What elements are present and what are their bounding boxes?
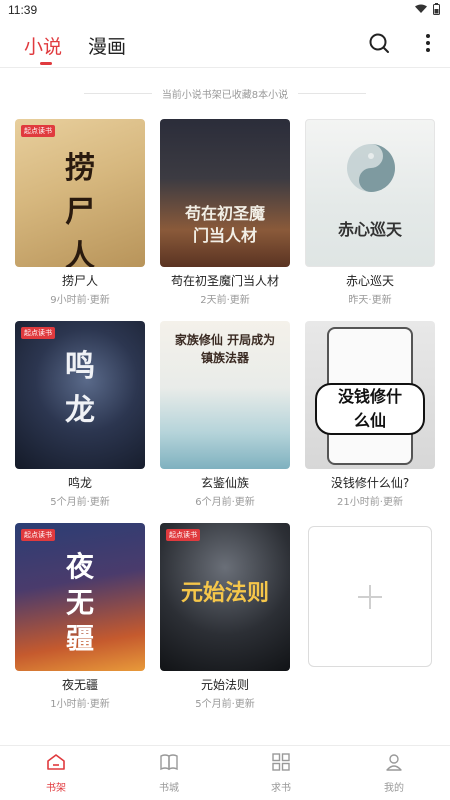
book-cover[interactable]: 起点读书 元始法则 bbox=[160, 523, 290, 671]
cover-title: 夜无疆 bbox=[65, 550, 94, 655]
cover-badge: 起点读书 bbox=[21, 529, 55, 541]
book-update-time: 5个月前·更新 bbox=[195, 699, 255, 710]
book-cover[interactable]: 赤心巡天 bbox=[305, 119, 435, 267]
active-tab-indicator bbox=[40, 62, 52, 65]
bookshelf-icon bbox=[47, 754, 65, 770]
book-title: 赤心巡天 bbox=[345, 274, 394, 288]
book-title: 没钱修什么仙? bbox=[330, 476, 410, 490]
search-icon[interactable] bbox=[368, 32, 390, 54]
bottom-nav: 书架 书城 求书 我的 bbox=[0, 745, 450, 800]
plus-icon bbox=[358, 585, 382, 609]
nav-label: 我的 bbox=[384, 783, 404, 794]
book-title: 捞尸人 bbox=[61, 274, 98, 288]
tab-novel[interactable]: 小说 bbox=[24, 32, 62, 59]
shelf-hint-text: 当前小说书架已收藏8本小说 bbox=[161, 90, 289, 101]
book-cover[interactable]: 苟在初圣魔门当人材 bbox=[160, 119, 290, 267]
nav-profile[interactable]: 我的 bbox=[364, 752, 424, 794]
hint-divider-left bbox=[83, 93, 152, 94]
nav-label: 书城 bbox=[159, 783, 179, 794]
book-title: 元始法则 bbox=[200, 678, 249, 692]
book-update-time: 9小时前·更新 bbox=[50, 295, 110, 306]
nav-book-city[interactable]: 书城 bbox=[139, 752, 199, 794]
nav-request-book[interactable]: 求书 bbox=[251, 752, 311, 794]
cover-title: 没钱修什么仙 bbox=[315, 383, 425, 435]
cover-title: 鸣龙 bbox=[65, 349, 95, 428]
book-cover[interactable]: 起点读书 鸣龙 bbox=[15, 321, 145, 469]
more-menu-icon[interactable] bbox=[424, 32, 432, 54]
book-update-time: 1小时前·更新 bbox=[50, 699, 110, 710]
book-title: 玄鉴仙族 bbox=[200, 476, 249, 490]
cover-badge: 起点读书 bbox=[21, 125, 55, 137]
cover-title: 赤心巡天 bbox=[337, 220, 402, 239]
profile-icon bbox=[386, 754, 402, 771]
cover-badge: 起点读书 bbox=[166, 529, 200, 541]
book-update-time: 昨天·更新 bbox=[348, 295, 392, 306]
hint-divider-right bbox=[298, 93, 367, 94]
status-bar: 11:39 bbox=[0, 0, 450, 22]
book-title: 苟在初圣魔门当人材 bbox=[170, 274, 279, 288]
book-cover[interactable]: 起点读书 夜无疆 bbox=[15, 523, 145, 671]
add-book-button[interactable] bbox=[308, 526, 432, 667]
book-update-time: 2天前·更新 bbox=[200, 295, 250, 306]
book-update-time: 21小时前·更新 bbox=[337, 497, 403, 508]
nav-label: 书架 bbox=[46, 783, 66, 794]
nav-bookshelf[interactable]: 书架 bbox=[26, 752, 86, 794]
book-title: 夜无疆 bbox=[61, 678, 98, 692]
book-title: 鸣龙 bbox=[67, 476, 92, 490]
cover-badge: 起点读书 bbox=[21, 327, 55, 339]
request-book-icon bbox=[272, 753, 290, 771]
book-cover[interactable]: 起点读书 捞尸人 bbox=[15, 119, 145, 267]
wifi-icon bbox=[415, 4, 427, 13]
shelf-count-hint: 当前小说书架已收藏8本小说 bbox=[0, 86, 450, 101]
book-cover[interactable]: 没钱修什么仙 bbox=[305, 321, 435, 469]
cover-title: 捞尸人 bbox=[65, 151, 95, 267]
book-update-time: 5个月前·更新 bbox=[50, 497, 110, 508]
book-city-icon bbox=[160, 754, 178, 771]
status-icons bbox=[415, 3, 440, 15]
book-cover[interactable]: 家族修仙 开局成为镇族法器 bbox=[160, 321, 290, 469]
cover-title: 元始法则 bbox=[180, 580, 269, 606]
tab-comic[interactable]: 漫画 bbox=[88, 32, 126, 59]
yin-yang-emblem-icon bbox=[347, 144, 395, 192]
cover-title: 家族修仙 开局成为镇族法器 bbox=[174, 333, 276, 365]
top-tab-bar: 小说 漫画 bbox=[0, 24, 450, 68]
nav-label: 求书 bbox=[271, 783, 291, 794]
cover-title: 苟在初圣魔门当人材 bbox=[184, 204, 265, 245]
battery-icon bbox=[433, 3, 440, 15]
book-update-time: 6个月前·更新 bbox=[195, 497, 255, 508]
status-time: 11:39 bbox=[8, 3, 38, 17]
